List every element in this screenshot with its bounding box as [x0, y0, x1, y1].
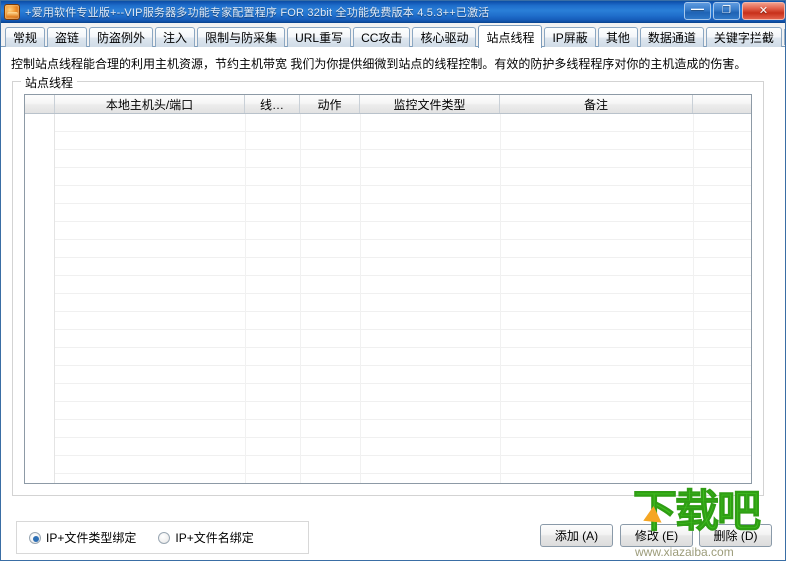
tab-other[interactable]: 其他: [597, 27, 638, 47]
close-button[interactable]: ✕: [742, 2, 785, 20]
delete-button[interactable]: 删除 (D): [699, 524, 772, 547]
table-body[interactable]: [25, 114, 751, 483]
tab-limit-anticollect[interactable]: 限制与防采集: [197, 27, 286, 47]
table-row[interactable]: [25, 402, 751, 420]
column-header-remark[interactable]: 备注: [500, 95, 693, 113]
close-icon: ✕: [758, 4, 769, 17]
tab-site-thread[interactable]: 站点线程: [478, 25, 543, 48]
site-thread-groupbox: 站点线程 本地主机头/端口 线… 动作 监控文件类型 备注: [12, 74, 764, 496]
tab-general[interactable]: 常规: [5, 27, 46, 47]
table-row[interactable]: [25, 384, 751, 402]
minimize-icon: —: [691, 0, 704, 16]
table-row[interactable]: [25, 276, 751, 294]
add-button[interactable]: 添加 (A): [540, 524, 613, 547]
radio-ip-filename-binding-label: IP+文件名绑定: [175, 531, 254, 545]
radio-ip-filetype-binding[interactable]: IP+文件类型绑定: [29, 529, 136, 546]
tab-data-channel[interactable]: 数据通道: [639, 27, 704, 47]
table-row[interactable]: [25, 150, 751, 168]
column-header-threads[interactable]: 线…: [245, 95, 300, 113]
table-row[interactable]: [25, 456, 751, 474]
table-row[interactable]: [25, 330, 751, 348]
table-row[interactable]: [25, 168, 751, 186]
table-row[interactable]: [25, 438, 751, 456]
tab-hotlink-exception[interactable]: 防盗例外: [89, 27, 154, 47]
title-bar: +爱用软件专业版+--VIP服务器多功能专家配置程序 FOR 32bit 全功能…: [1, 1, 785, 23]
radio-ip-filetype-binding-label: IP+文件类型绑定: [46, 531, 137, 545]
table-row[interactable]: [25, 294, 751, 312]
tab-bar: 常规 盗链 防盗例外 注入 限制与防采集 URL重写 CC攻击 核心驱动 站点线…: [1, 23, 785, 48]
window-controls: — ❐ ✕: [684, 2, 785, 20]
table-row[interactable]: [25, 366, 751, 384]
table-row-gutter: [25, 114, 55, 483]
table-row[interactable]: [25, 186, 751, 204]
table-row[interactable]: [25, 420, 751, 438]
watermark-url: www.xiazaiba.com: [635, 545, 734, 559]
table-row[interactable]: [25, 312, 751, 330]
panel-description: 控制站点线程能合理的利用主机资源，节约主机带宽 我们为你提供细微到站点的线程控制…: [11, 57, 747, 71]
table-column-divider: [360, 114, 361, 483]
column-header-action[interactable]: 动作: [300, 95, 360, 113]
column-header-file-type[interactable]: 监控文件类型: [360, 95, 500, 113]
tab-ip-block[interactable]: IP屏蔽: [544, 27, 596, 47]
application-window: +爱用软件专业版+--VIP服务器多功能专家配置程序 FOR 32bit 全功能…: [0, 0, 786, 561]
table-row[interactable]: [25, 132, 751, 150]
groupbox-title: 站点线程: [21, 74, 78, 91]
table-column-divider: [245, 114, 246, 483]
maximize-button[interactable]: ❐: [713, 2, 740, 20]
table-row[interactable]: [25, 114, 751, 132]
tab-hotlink[interactable]: 盗链: [47, 27, 88, 47]
table-row[interactable]: [25, 240, 751, 258]
binding-mode-panel: IP+文件类型绑定 IP+文件名绑定: [16, 521, 309, 554]
tab-panel-site-thread: 控制站点线程能合理的利用主机资源，节约主机带宽 我们为你提供细微到站点的线程控制…: [1, 47, 785, 560]
table-column-divider: [693, 114, 694, 483]
tab-injection[interactable]: 注入: [155, 27, 196, 47]
table-column-divider: [300, 114, 301, 483]
tab-url-rewrite[interactable]: URL重写: [287, 27, 352, 47]
maximize-icon: ❐: [722, 5, 731, 16]
radio-selected-icon: [29, 531, 41, 544]
table-header-row: 本地主机头/端口 线… 动作 监控文件类型 备注: [25, 95, 751, 114]
column-header-host-port[interactable]: 本地主机头/端口: [55, 95, 245, 113]
column-header-extra[interactable]: [693, 95, 751, 113]
column-header-select[interactable]: [25, 95, 55, 113]
edit-button[interactable]: 修改 (E): [620, 524, 693, 547]
table-row[interactable]: [25, 204, 751, 222]
tab-cc-attack[interactable]: CC攻击: [353, 27, 411, 47]
table-column-divider: [500, 114, 501, 483]
table-row[interactable]: [25, 348, 751, 366]
site-thread-table[interactable]: 本地主机头/端口 线… 动作 监控文件类型 备注: [24, 94, 752, 484]
tab-keyword-block[interactable]: 关键字拦截: [705, 27, 782, 47]
table-row[interactable]: [25, 222, 751, 240]
table-row[interactable]: [25, 258, 751, 276]
radio-ip-filename-binding[interactable]: IP+文件名绑定: [158, 529, 254, 546]
window-title: +爱用软件专业版+--VIP服务器多功能专家配置程序 FOR 32bit 全功能…: [25, 6, 490, 19]
minimize-button[interactable]: —: [684, 2, 711, 20]
table-row[interactable]: [25, 474, 751, 483]
tab-core-driver[interactable]: 核心驱动: [412, 27, 477, 47]
app-icon: [4, 3, 20, 20]
radio-unselected-icon: [158, 531, 171, 544]
